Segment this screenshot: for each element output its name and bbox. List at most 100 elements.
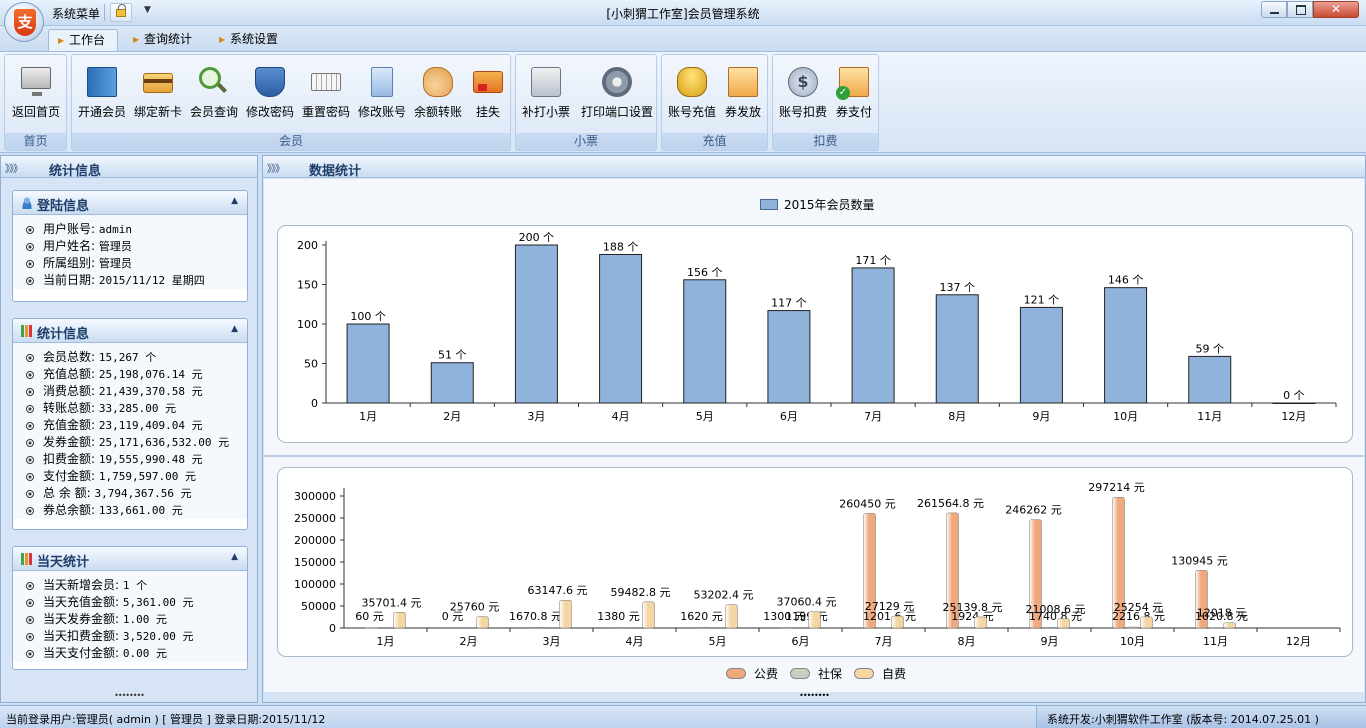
- report-loss-icon: [473, 71, 503, 93]
- login-info-header[interactable]: 登陆信息 ▲: [13, 191, 247, 215]
- bar: [1104, 287, 1148, 404]
- info-label: 支付金额:: [43, 469, 96, 483]
- x-tick-label: 2月: [460, 635, 478, 648]
- home-button-label: 返回首页: [11, 105, 60, 119]
- today-stats-header[interactable]: 当天统计 ▲: [13, 547, 247, 571]
- data-label: 59482.8 元: [611, 586, 671, 599]
- info-row: 当天新增会员: 1 个: [13, 577, 247, 594]
- sidebar-title: 统计信息: [49, 164, 102, 179]
- status-login-info: 当前登录用户:管理员( admin ) [ 管理员 ] 登录日期:2015/11…: [6, 713, 326, 726]
- keyboard-icon: [311, 73, 341, 91]
- y-tick-label: 150: [297, 279, 318, 292]
- today-stats-panel: 当天统计 ▲ 当天新增会员: 1 个当天充值金额: 5,361.00 元当天发券…: [12, 546, 248, 670]
- legend-item-public: 公费: [726, 665, 778, 682]
- bar: [1140, 616, 1153, 629]
- data-label: 146 个: [1108, 274, 1144, 287]
- info-value: 19,555,990.48 元: [98, 453, 203, 466]
- change-password-label: 修改密码: [245, 105, 294, 119]
- ribbon-group-recharge: 账号充值 券发放 充值: [661, 54, 768, 151]
- info-row: 充值金额: 23,119,409.04 元: [13, 417, 247, 434]
- ribbon-group-label: 扣费: [773, 133, 878, 150]
- data-label: 1670.8 元: [509, 610, 562, 623]
- info-row: 用户姓名: 管理员: [13, 238, 247, 255]
- data-label: 137 个: [940, 281, 976, 294]
- data-label: 171 个: [855, 254, 891, 267]
- ribbon-group-member: 开通会员 绑定新卡 会员查询 修改密码 重置密码 修改账号 余额转账 挂失 会员: [71, 54, 511, 151]
- x-tick-label: 6月: [780, 410, 798, 423]
- data-label: 25760 元: [450, 601, 500, 614]
- bind-card-button[interactable]: 绑定新卡: [134, 65, 182, 125]
- collapse-icon[interactable]: ▲: [231, 196, 238, 206]
- consumption-chart-frame: 0 50000 100000 150000 200000 250000 300000 1月 60…: [277, 467, 1353, 657]
- maximize-button[interactable]: [1287, 1, 1313, 18]
- member-query-button[interactable]: 会员查询: [190, 65, 238, 125]
- issue-coupon-button[interactable]: 券发放: [722, 65, 764, 125]
- info-label: 用户姓名:: [43, 239, 96, 253]
- window-title: [小刺猬工作室]会员管理系统: [606, 7, 760, 21]
- legend-swatch: [854, 668, 874, 679]
- shield-icon: [255, 67, 285, 97]
- member-count-chart: 0 50 100 150 200 1月 100 个 2月 51 个 3月 200 个 4月 188 个 5…: [297, 231, 1337, 423]
- info-value: 1 个: [122, 579, 148, 592]
- bar: [1057, 618, 1070, 629]
- home-button[interactable]: 返回首页: [9, 65, 63, 125]
- y-tick-label: 250000: [294, 512, 336, 525]
- change-account-button[interactable]: 修改账号: [358, 65, 406, 125]
- tab-workbench[interactable]: 工作台: [48, 29, 118, 51]
- info-value: 25,198,076.14 元: [98, 368, 203, 381]
- account-deduct-button[interactable]: 账号扣费: [779, 65, 827, 125]
- y-tick-label: 100000: [294, 578, 336, 591]
- bar: [1019, 306, 1063, 404]
- login-info-title: 登陆信息: [37, 199, 90, 214]
- info-label: 当天扣费金额:: [43, 629, 120, 643]
- data-label: 25139.8 元: [943, 601, 1003, 614]
- user-icon: [21, 197, 33, 209]
- status-bar: 当前登录用户:管理员( admin ) [ 管理员 ] 登录日期:2015/11…: [0, 705, 1366, 728]
- info-label: 当前日期:: [43, 273, 96, 287]
- reset-password-button[interactable]: 重置密码: [302, 65, 350, 125]
- ticket-icon: [728, 67, 758, 97]
- print-port-settings-button[interactable]: 打印端口设置: [581, 65, 653, 125]
- login-info-list: 用户账号: admin 用户姓名: 管理员 所属组别: 管理员 当前日期: 2015/…: [13, 215, 247, 289]
- bar: [683, 279, 727, 404]
- data-label: 130945 元: [1171, 554, 1228, 567]
- coupon-pay-button[interactable]: 券支付: [833, 65, 875, 125]
- change-password-button[interactable]: 修改密码: [246, 65, 294, 125]
- app-logo-shield-icon: 支: [14, 9, 36, 36]
- y-tick-label: 100: [297, 318, 318, 331]
- x-tick-label: 12月: [1281, 410, 1306, 423]
- info-label: 充值总额:: [43, 367, 96, 381]
- close-button[interactable]: [1313, 1, 1359, 18]
- bar: [559, 599, 572, 629]
- open-member-button[interactable]: 开通会员: [78, 65, 126, 125]
- pen-icon: [371, 67, 393, 97]
- tab-system-settings[interactable]: 系统设置: [210, 29, 294, 51]
- info-row: 当天扣费金额: 3,520.00 元: [13, 628, 247, 645]
- tab-query-statistics[interactable]: 查询统计: [124, 29, 208, 51]
- today-stats-title: 当天统计: [37, 555, 90, 570]
- info-label: 用户账号:: [43, 222, 96, 236]
- x-tick-label: 11月: [1203, 635, 1228, 648]
- minimize-button[interactable]: [1261, 1, 1287, 18]
- x-tick-label: 7月: [875, 635, 893, 648]
- account-recharge-button[interactable]: 账号充值: [668, 65, 716, 125]
- collapse-icon[interactable]: ▲: [231, 552, 238, 562]
- main-title: 数据统计: [309, 164, 362, 179]
- info-label: 总 余 额:: [43, 486, 91, 500]
- y-tick-label: 0: [329, 622, 336, 635]
- balance-transfer-button[interactable]: 余额转账: [414, 65, 462, 125]
- bar: [1126, 626, 1139, 629]
- splitter-grip[interactable]: ••••••••: [263, 692, 1365, 701]
- stats-info-header[interactable]: 统计信息 ▲: [13, 319, 247, 343]
- x-tick-label: 3月: [527, 410, 545, 423]
- chart1-legend: 2015年会员数量: [760, 196, 875, 213]
- reprint-receipt-button[interactable]: 补打小票: [522, 65, 570, 125]
- app-logo[interactable]: 支: [4, 2, 44, 42]
- report-loss-button[interactable]: 挂失: [470, 65, 506, 125]
- info-row: 总 余 额: 3,794,367.56 元: [13, 485, 247, 502]
- splitter-grip[interactable]: ••••••••: [1, 692, 257, 701]
- info-value: 1.00 元: [122, 613, 167, 626]
- monitor-icon: [21, 67, 51, 96]
- balance-transfer-label: 余额转账: [413, 105, 462, 119]
- collapse-icon[interactable]: ▲: [231, 324, 238, 334]
